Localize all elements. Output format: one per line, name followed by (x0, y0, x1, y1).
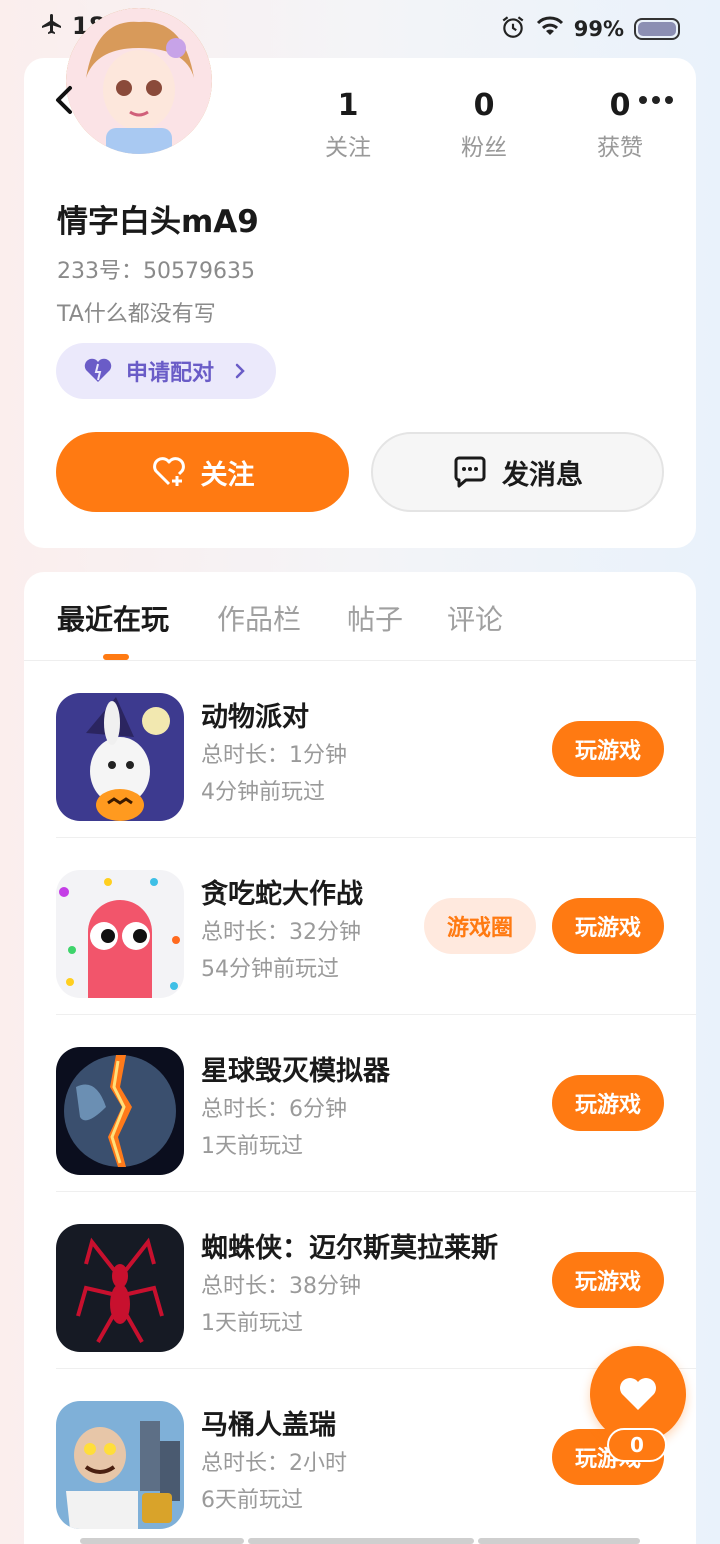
game-item[interactable]: 动物派对 总时长：1分钟 4分钟前玩过 玩游戏 (24, 661, 696, 838)
toilet-man-icon (56, 1401, 184, 1529)
tab-recently-played[interactable]: 最近在玩 (57, 598, 169, 638)
game-last-played: 6天前玩过 (201, 1488, 303, 1513)
more-dot-icon (665, 96, 673, 104)
battery-text: 99% (573, 17, 624, 41)
alarm-icon (500, 14, 526, 44)
game-duration: 总时长：1分钟 (201, 743, 347, 768)
game-last-played: 1天前玩过 (201, 1134, 303, 1159)
profile-uid[interactable]: 233号：50579635 (57, 253, 255, 285)
stat-likes-label: 获赞 (597, 135, 643, 161)
stat-fans-count: 0 (473, 88, 495, 123)
game-item[interactable]: 蜘蛛侠：迈尔斯莫拉莱斯 总时长：38分钟 1天前玩过 玩游戏 (24, 1192, 696, 1369)
send-message-label: 发消息 (502, 459, 583, 491)
airplane-icon (40, 12, 64, 40)
play-game-button[interactable]: 玩游戏 (552, 898, 664, 954)
more-dot-icon (639, 96, 647, 104)
heart-pair-icon (84, 358, 112, 382)
home-indicator (248, 1538, 474, 1544)
chat-bubble-icon (454, 456, 486, 488)
battery-icon (634, 18, 680, 40)
spider-icon (56, 1224, 184, 1352)
stat-following[interactable]: 1 关注 (298, 88, 398, 162)
snake-game-icon (56, 870, 184, 998)
game-item[interactable]: 星球毁灭模拟器 总时长：6分钟 1天前玩过 玩游戏 (24, 1015, 696, 1192)
play-game-button[interactable]: 玩游戏 (552, 1252, 664, 1308)
wifi-icon (536, 15, 564, 43)
game-circle-button[interactable]: 游戏圈 (424, 898, 536, 954)
profile-bio: TA什么都没有写 (57, 302, 216, 327)
follow-button[interactable]: 关注 (56, 432, 349, 512)
apply-pair-button[interactable]: 申请配对 (56, 343, 276, 399)
like-count-badge: 0 (607, 1428, 667, 1462)
send-message-button[interactable]: 发消息 (371, 432, 664, 512)
play-game-button[interactable]: 玩游戏 (552, 721, 664, 777)
game-name: 动物派对 (201, 702, 309, 733)
tab-works[interactable]: 作品栏 (217, 598, 301, 638)
planet-destroy-icon (56, 1047, 184, 1175)
chevron-left-icon (56, 86, 72, 114)
stat-fans-label: 粉丝 (461, 135, 507, 161)
game-last-played: 4分钟前玩过 (201, 780, 325, 805)
home-indicator (80, 1538, 244, 1544)
heart-plus-icon (152, 457, 185, 486)
game-last-played: 1天前玩过 (201, 1311, 303, 1336)
follow-label: 关注 (200, 459, 255, 491)
tab-comments[interactable]: 评论 (447, 598, 503, 638)
stat-fans[interactable]: 0 粉丝 (434, 88, 534, 162)
game-duration: 总时长：32分钟 (201, 920, 361, 945)
more-dot-icon (652, 96, 660, 104)
game-duration: 总时长：2小时 (201, 1451, 347, 1476)
game-duration: 总时长：38分钟 (201, 1274, 361, 1299)
heart-icon (620, 1378, 656, 1410)
game-item[interactable]: 贪吃蛇大作战 总时长：32分钟 54分钟前玩过 游戏圈 玩游戏 (24, 838, 696, 1015)
chevron-right-icon (235, 363, 245, 379)
game-name: 马桶人盖瑞 (201, 1410, 336, 1441)
game-name: 蜘蛛侠：迈尔斯莫拉莱斯 (201, 1233, 498, 1264)
more-options-button[interactable] (630, 88, 682, 112)
play-game-button[interactable]: 玩游戏 (552, 1075, 664, 1131)
profile-nickname: 情字白头mA9 (57, 204, 259, 240)
back-button[interactable] (44, 80, 84, 120)
game-name: 星球毁灭模拟器 (201, 1056, 390, 1087)
stat-following-count: 1 (337, 88, 359, 123)
uid-label: 233号： (57, 259, 143, 284)
apply-pair-label: 申请配对 (126, 361, 215, 386)
avatar[interactable] (66, 8, 212, 154)
game-name: 贪吃蛇大作战 (201, 879, 363, 910)
game-duration: 总时长：6分钟 (201, 1097, 347, 1122)
home-indicator (478, 1538, 640, 1544)
game-last-played: 54分钟前玩过 (201, 957, 339, 982)
uid-value: 50579635 (143, 259, 255, 284)
tab-posts[interactable]: 帖子 (347, 598, 403, 638)
stat-following-label: 关注 (325, 135, 371, 161)
animal-party-icon (56, 693, 184, 821)
